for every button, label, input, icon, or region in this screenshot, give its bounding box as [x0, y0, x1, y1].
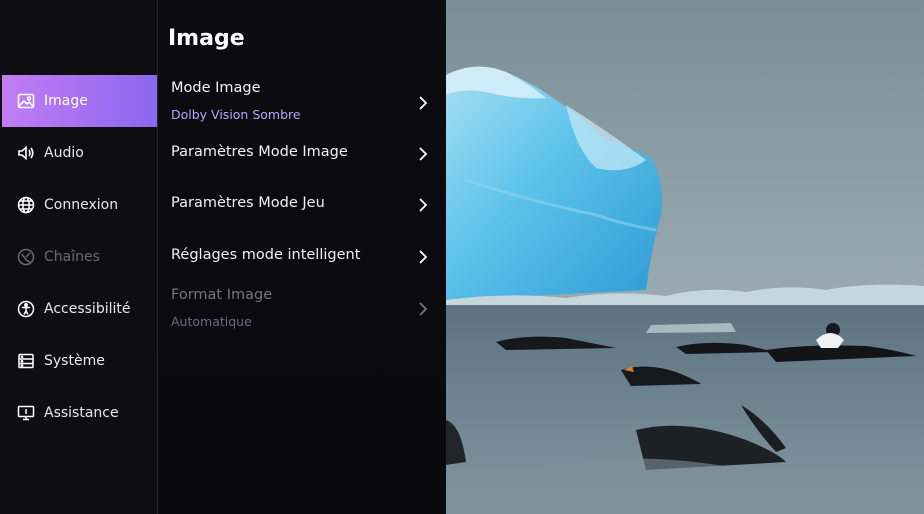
- system-icon: [16, 351, 36, 371]
- chevron-right-icon: [419, 302, 428, 316]
- sidebar-item-label: Système: [44, 353, 105, 369]
- menu-row-reglages-mode-intelligent[interactable]: Réglages mode intelligent: [158, 240, 446, 274]
- chevron-right-icon: [419, 250, 428, 264]
- row-label: Format Image: [171, 287, 273, 303]
- row-value: Automatique: [171, 314, 252, 329]
- sidebar-item-chaines[interactable]: Chaînes: [2, 231, 158, 283]
- sidebar-item-label: Chaînes: [44, 249, 100, 265]
- sidebar-item-systeme[interactable]: Système: [2, 335, 158, 387]
- globe-icon: [16, 195, 36, 215]
- satellite-icon: [16, 247, 36, 267]
- monitor-icon: [16, 403, 36, 423]
- page-title: Image: [168, 26, 245, 51]
- sidebar-item-connexion[interactable]: Connexion: [2, 179, 158, 231]
- row-label: Paramètres Mode Jeu: [171, 195, 325, 211]
- menu-row-format-image[interactable]: Format Image Automatique: [158, 284, 446, 334]
- sidebar-item-assistance[interactable]: Assistance: [2, 387, 158, 439]
- chevron-right-icon: [419, 198, 428, 212]
- chevron-right-icon: [419, 147, 428, 161]
- background-preview-image: [446, 0, 924, 514]
- sidebar-item-label: Assistance: [44, 405, 119, 421]
- sidebar-item-audio[interactable]: Audio: [2, 127, 158, 179]
- menu-row-parametres-mode-image[interactable]: Paramètres Mode Image: [158, 137, 446, 171]
- row-label: Paramètres Mode Image: [171, 144, 348, 160]
- speaker-icon: [16, 143, 36, 163]
- accessibility-icon: [16, 299, 36, 319]
- row-label: Mode Image: [171, 80, 261, 96]
- image-icon: [16, 91, 36, 111]
- sidebar-item-label: Audio: [44, 145, 84, 161]
- settings-panel: Image Mode Image Dolby Vision Sombre Par…: [158, 0, 446, 514]
- sidebar-item-label: Accessibilité: [44, 301, 131, 317]
- sidebar-item-accessibilite[interactable]: Accessibilité: [2, 283, 158, 335]
- row-label: Réglages mode intelligent: [171, 247, 361, 263]
- iceberg-scene: [446, 0, 924, 514]
- row-value: Dolby Vision Sombre: [171, 107, 301, 122]
- sidebar-item-label: Connexion: [44, 197, 119, 213]
- sidebar-item-label: Image: [44, 93, 88, 109]
- sidebar-item-image[interactable]: Image: [2, 75, 158, 127]
- menu-row-mode-image[interactable]: Mode Image Dolby Vision Sombre: [158, 77, 446, 127]
- chevron-right-icon: [419, 96, 428, 110]
- menu-row-parametres-mode-jeu[interactable]: Paramètres Mode Jeu: [158, 188, 446, 222]
- settings-sidebar: Image Audio Connexion Chaînes Accessibil…: [0, 0, 158, 514]
